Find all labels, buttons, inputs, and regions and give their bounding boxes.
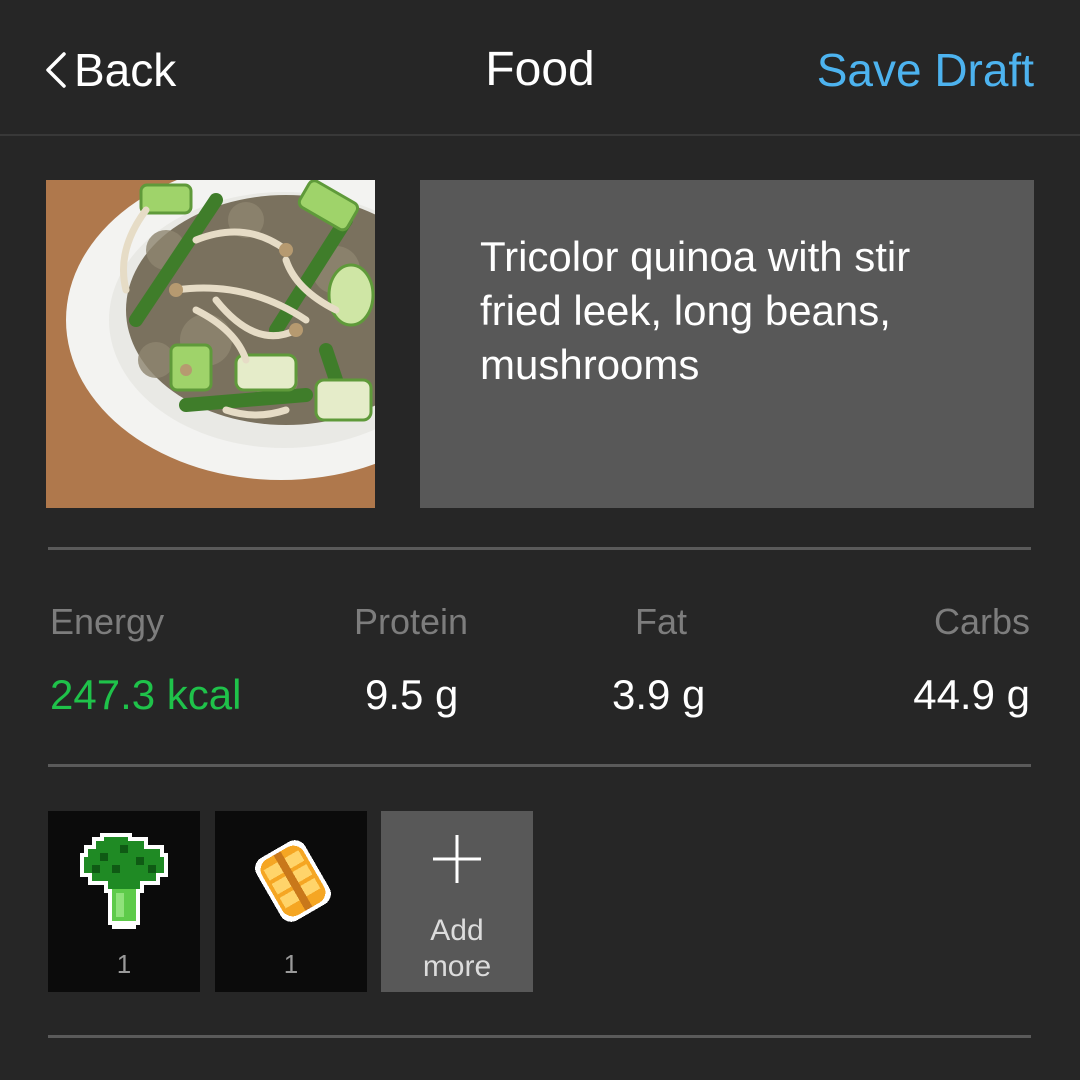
- carbs-value: 44.9 g: [913, 671, 1030, 718]
- add-more-label: Add more: [422, 914, 492, 983]
- ingredient-tile-broccoli[interactable]: 1: [48, 811, 200, 992]
- food-photo-image: [46, 180, 375, 508]
- food-description: Tricolor quinoa with stir fried leek, lo…: [480, 233, 911, 388]
- energy-label: Energy: [50, 601, 165, 642]
- carbs-label: Carbs: [933, 601, 1030, 642]
- plus-icon: [433, 835, 481, 883]
- broccoli-icon: [80, 833, 168, 929]
- back-button[interactable]: Back: [44, 40, 176, 100]
- grain-icon: [255, 840, 331, 922]
- fat-value: 3.9 g: [612, 671, 706, 718]
- chevron-left-icon: [46, 52, 66, 88]
- food-photo[interactable]: [46, 180, 375, 508]
- save-draft-button[interactable]: Save Draft: [817, 40, 1034, 100]
- nav-bar: Back Food Save Draft: [0, 0, 1080, 136]
- protein-label: Protein: [354, 601, 469, 642]
- divider: [48, 1035, 1031, 1038]
- food-description-box[interactable]: Tricolor quinoa with stir fried leek, lo…: [420, 180, 1034, 508]
- ingredient-count: 1: [116, 949, 132, 979]
- fat-label: Fat: [635, 601, 688, 642]
- add-more-button[interactable]: Add more: [381, 811, 533, 992]
- divider: [48, 547, 1031, 550]
- ingredient-tile-grain[interactable]: 1: [215, 811, 367, 992]
- ingredient-count: 1: [283, 949, 299, 979]
- back-label: Back: [74, 44, 177, 96]
- energy-value: 247.3 kcal: [50, 671, 242, 718]
- protein-value: 9.5 g: [365, 671, 459, 718]
- divider: [48, 764, 1031, 767]
